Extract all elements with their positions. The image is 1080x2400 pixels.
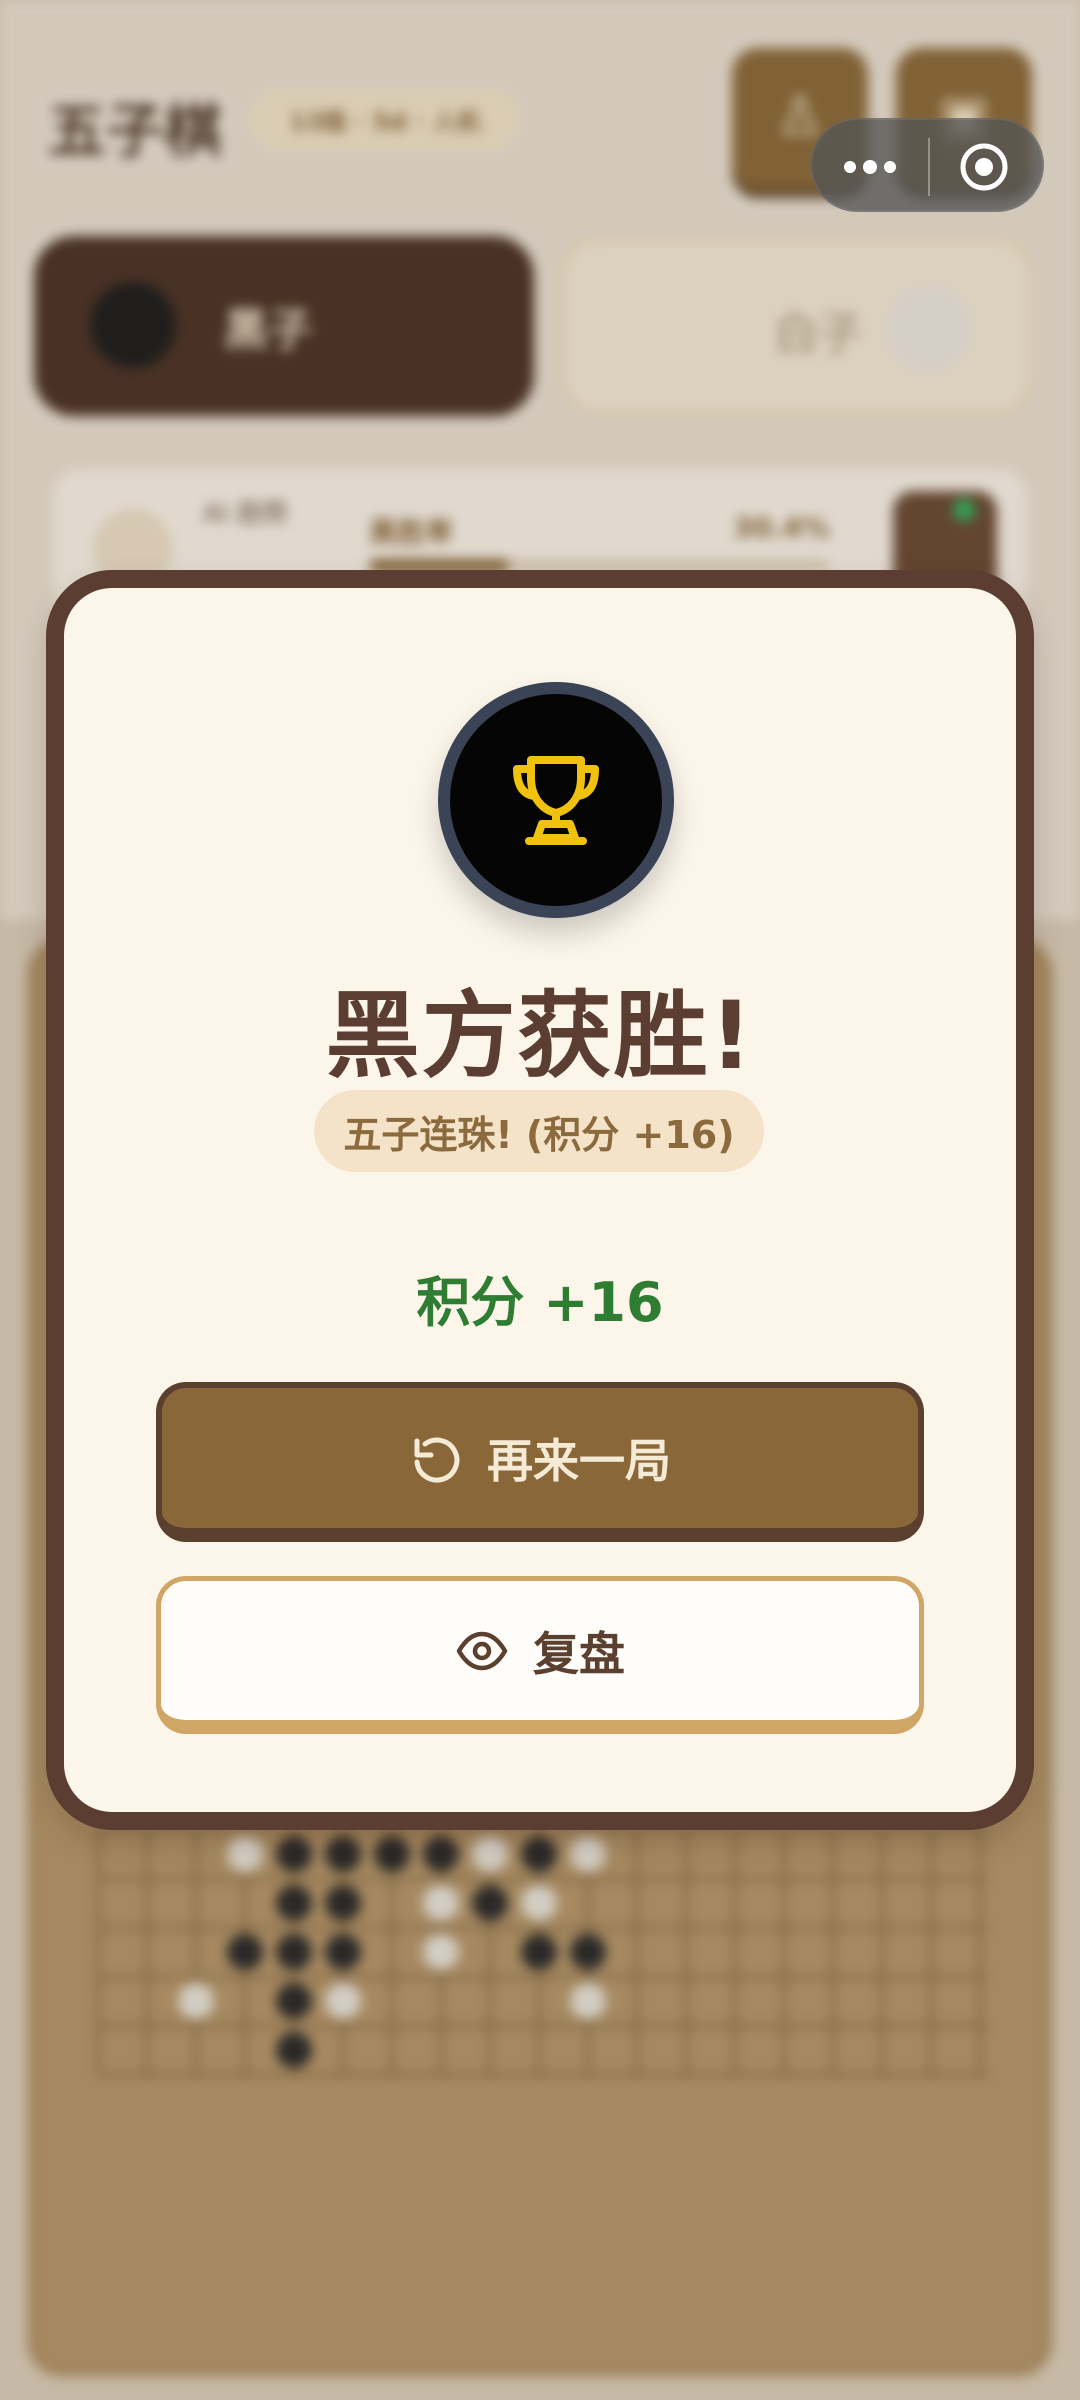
result-title: 黑方获胜! [325, 982, 755, 1091]
review-button[interactable]: 复盘 [156, 1576, 924, 1734]
trophy-icon [513, 756, 599, 845]
review-label: 复盘 [533, 1626, 625, 1681]
eye-icon [455, 1624, 509, 1678]
more-dots-icon [844, 160, 896, 174]
score-delta: 积分 +16 [416, 1271, 664, 1334]
game-result-screen: 五子棋 13路 · 5d · 人机 ♙ ▣ 黑子 白子 AI 趋势 黑胜率 30… [0, 0, 1080, 2400]
replay-icon [409, 1431, 463, 1485]
play-again-button[interactable]: 再来一局 [156, 1382, 924, 1542]
mini-program-capsule [810, 118, 1044, 212]
win-reason-pill: 五子连珠! (积分 +16) [314, 1090, 764, 1172]
play-again-label: 再来一局 [487, 1434, 671, 1488]
mini-program-close-icon [960, 143, 1008, 191]
more-button[interactable] [812, 120, 928, 214]
game-result-modal: 黑方获胜! 五子连珠! (积分 +16) 积分 +16 再来一局 复盘 [46, 570, 1034, 1830]
mini-program-close-button[interactable] [926, 120, 1042, 214]
trophy-badge [438, 682, 674, 918]
